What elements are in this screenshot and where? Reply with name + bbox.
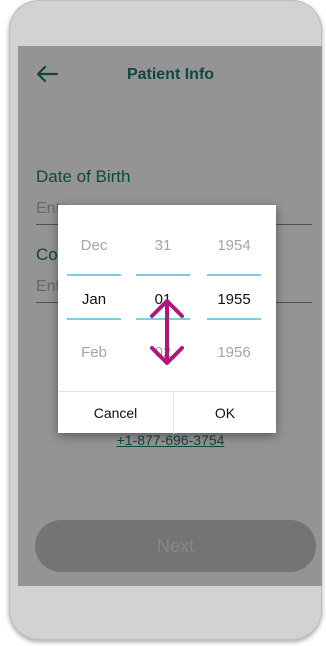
picker-divider: [67, 274, 121, 276]
dialog-buttons: Cancel OK: [58, 391, 276, 434]
day-prev[interactable]: 31: [134, 237, 192, 254]
year-wheel[interactable]: 1954 1955 1956: [205, 205, 263, 391]
month-prev[interactable]: Dec: [65, 237, 123, 254]
month-selected[interactable]: Jan: [65, 291, 123, 308]
vertical-swipe-arrow-icon: [150, 299, 184, 365]
picker-divider: [136, 274, 190, 276]
year-next[interactable]: 1956: [205, 344, 263, 361]
picker-divider: [207, 274, 261, 276]
cancel-button[interactable]: Cancel: [58, 392, 174, 434]
year-selected[interactable]: 1955: [205, 291, 263, 308]
picker-divider: [207, 318, 261, 320]
picker-divider: [67, 318, 121, 320]
month-wheel[interactable]: Dec Jan Feb: [65, 205, 123, 391]
ok-button[interactable]: OK: [174, 392, 276, 434]
month-next[interactable]: Feb: [65, 344, 123, 361]
year-prev[interactable]: 1954: [205, 237, 263, 254]
